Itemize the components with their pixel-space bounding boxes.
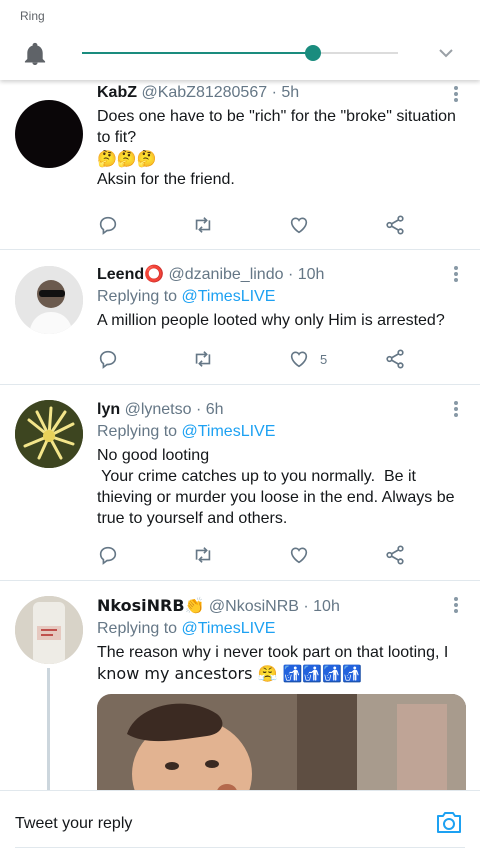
tweet[interactable]: lyn @lynetso · 6h Replying to @TimesLIVE… [0, 385, 480, 581]
tweet-time: 10h [297, 266, 325, 283]
thread-line [47, 668, 50, 790]
more-options-icon[interactable] [454, 86, 458, 104]
heart-icon [290, 351, 308, 368]
avatar-photo [15, 400, 83, 468]
replying-to: Replying to @TimesLIVE [97, 423, 276, 440]
reply-composer: Tweet your reply [0, 790, 480, 854]
reply-action[interactable] [97, 347, 119, 371]
tweet-time: 6h [205, 401, 224, 418]
camera-icon[interactable] [435, 809, 463, 835]
tweet-time: 5h [281, 84, 300, 101]
mention-link[interactable]: @TimesLIVE [182, 423, 276, 440]
share-icon [386, 349, 404, 369]
tweet[interactable]: NkosiNRB👏 @NkosiNRB · 10h Replying to @T… [0, 581, 480, 790]
replying-to: Replying to @TimesLIVE [97, 288, 276, 305]
retweet-icon [195, 547, 211, 563]
avatar[interactable] [15, 266, 83, 334]
tweet-text: No good looting Your crime catches up to… [97, 447, 455, 527]
tweet-text: The reason why i never took part on that… [97, 644, 449, 683]
tweet-author-name[interactable]: NkosiNRB👏 [97, 596, 204, 615]
share-icon [386, 215, 404, 235]
avatar[interactable] [15, 596, 83, 664]
tweet-actions: 5 [97, 347, 417, 371]
tweet-media-image[interactable] [97, 694, 466, 790]
volume-slider-fill [82, 52, 313, 54]
tweet-text: A million people looted why only Him is … [97, 312, 445, 329]
reply-input-underline [15, 847, 465, 848]
tweet[interactable]: Leend⭕ @dzanibe_lindo · 10h Replying to … [0, 250, 480, 385]
replying-to: Replying to @TimesLIVE [97, 620, 276, 637]
tweet-author-handle: @NkosiNRB [208, 598, 299, 615]
heart-icon [290, 547, 308, 564]
tweet-actions [97, 543, 417, 567]
avatar[interactable] [15, 400, 83, 468]
volume-panel: Ring [0, 0, 480, 80]
retweet-action[interactable] [192, 347, 214, 371]
avatar[interactable] [15, 100, 83, 168]
reply-input[interactable]: Tweet your reply [15, 815, 132, 833]
more-options-icon[interactable] [454, 597, 458, 615]
more-options-icon[interactable] [454, 401, 458, 419]
tweet-time: 10h [313, 598, 340, 615]
share-action[interactable] [384, 543, 406, 567]
tweet-author-handle: @KabZ81280567 [141, 84, 268, 101]
media-photo [97, 694, 466, 790]
heart-icon [290, 217, 308, 234]
retweet-icon [195, 351, 211, 367]
volume-slider[interactable] [82, 45, 398, 61]
avatar-photo [15, 596, 83, 664]
mention-link[interactable]: @TimesLIVE [182, 620, 276, 637]
tweet-text: Does one have to be "rich" for the "brok… [97, 108, 456, 188]
tweet[interactable]: KabZ @KabZ81280567 · 5h Does one have to… [0, 80, 480, 250]
more-options-icon[interactable] [454, 266, 458, 284]
retweet-action[interactable] [192, 543, 214, 567]
volume-slider-thumb[interactable] [304, 45, 321, 61]
volume-stream-label: Ring [20, 9, 45, 23]
reply-icon [99, 546, 117, 565]
reply-icon [99, 216, 117, 235]
chevron-down-icon[interactable] [437, 44, 455, 62]
tweet-author-name[interactable]: KabZ [97, 84, 137, 101]
retweet-icon [195, 217, 211, 233]
like-action[interactable] [288, 213, 320, 237]
tweet-author-handle: @dzanibe_lindo [168, 266, 284, 283]
like-count: 5 [320, 351, 328, 367]
reply-action[interactable] [97, 543, 119, 567]
retweet-action[interactable] [192, 213, 214, 237]
reply-feed[interactable]: KabZ @KabZ81280567 · 5h Does one have to… [0, 80, 480, 790]
tweet-actions [97, 213, 417, 237]
reply-action[interactable] [97, 213, 119, 237]
tweet-author-name[interactable]: Leend⭕ [97, 266, 164, 283]
tweet-author-name[interactable]: lyn [97, 401, 120, 418]
share-action[interactable] [384, 213, 406, 237]
share-icon [386, 545, 404, 565]
reply-icon [99, 350, 117, 369]
tweet-author-handle: @lynetso [124, 401, 192, 418]
mention-link[interactable]: @TimesLIVE [182, 288, 276, 305]
share-action[interactable] [384, 347, 406, 371]
like-action[interactable]: 5 [288, 347, 327, 371]
like-action[interactable] [288, 543, 320, 567]
avatar-photo [15, 266, 83, 334]
bell-icon[interactable] [24, 42, 46, 66]
